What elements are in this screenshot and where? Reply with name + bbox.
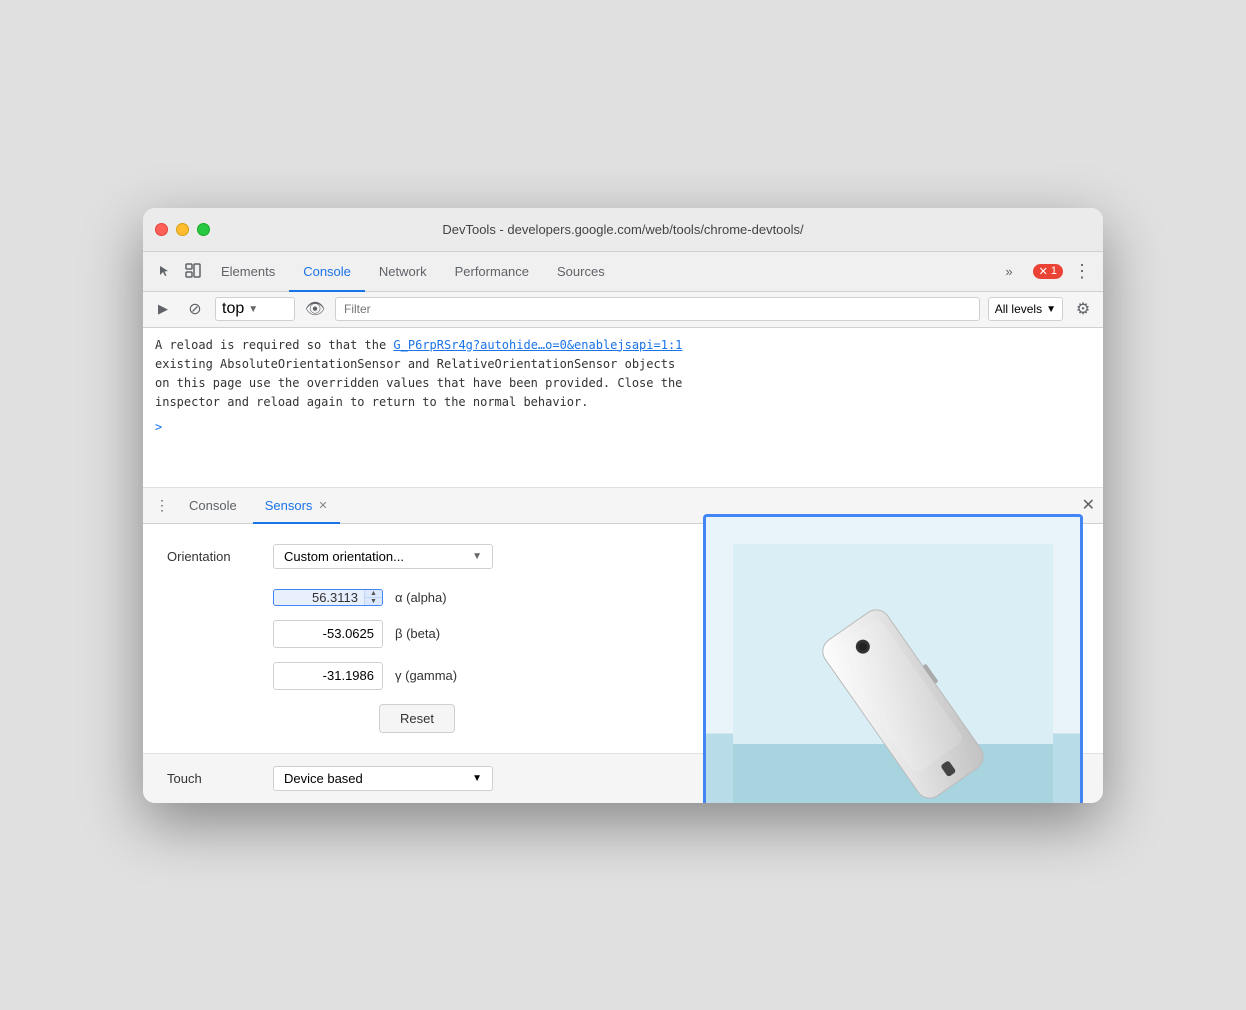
cursor-icon[interactable]	[151, 257, 179, 285]
settings-icon: ⚙	[1076, 299, 1090, 319]
eye-icon: 👁	[305, 299, 325, 319]
alpha-spinner: ▲ ▼	[364, 590, 382, 605]
inspect-icon[interactable]	[179, 257, 207, 285]
alpha-input-group: ▲ ▼	[273, 589, 383, 606]
block-requests-button[interactable]: ⊘	[183, 297, 207, 321]
title-bar: DevTools - developers.google.com/web/too…	[143, 208, 1103, 252]
console-message-3: on this page use the overridden values t…	[155, 374, 1091, 393]
clear-console-button[interactable]: ▶	[151, 297, 175, 321]
reset-button[interactable]: Reset	[379, 704, 455, 733]
block-icon: ⊘	[188, 299, 201, 319]
bottom-more-tabs[interactable]: ⋮	[151, 497, 173, 514]
tab-console[interactable]: Console	[289, 252, 365, 292]
console-message-4: inspector and reload again to return to …	[155, 393, 1091, 412]
error-badge[interactable]: ✕ 1	[1033, 264, 1063, 279]
bottom-panel: ⋮ Console Sensors ✕ ✕ Orientation Custom…	[143, 488, 1103, 803]
context-value: top	[222, 300, 244, 318]
alpha-input[interactable]	[274, 590, 364, 605]
close-bottom-panel[interactable]: ✕	[1082, 495, 1095, 515]
dropdown-arrow-icon: ▼	[248, 304, 258, 315]
settings-button[interactable]: ⚙	[1071, 297, 1095, 321]
tab-performance[interactable]: Performance	[441, 252, 543, 292]
alpha-increment[interactable]: ▲	[365, 590, 382, 598]
maximize-button[interactable]	[197, 223, 210, 236]
touch-label: Touch	[167, 771, 257, 786]
console-link[interactable]: G_P6rpRSr4g?autohide…o=0&enablejsapi=1:1	[393, 338, 682, 352]
play-icon: ▶	[158, 301, 168, 317]
filter-input[interactable]	[335, 297, 980, 321]
levels-arrow-icon: ▼	[1046, 304, 1056, 315]
devtools-tab-bar: Elements Console Network Performance Sou…	[143, 252, 1103, 292]
console-output: A reload is required so that the G_P6rpR…	[143, 328, 1103, 488]
reset-button-container: Reset	[273, 704, 547, 733]
gamma-label: γ (gamma)	[395, 668, 457, 683]
minimize-button[interactable]	[176, 223, 189, 236]
close-sensors-tab[interactable]: ✕	[318, 499, 327, 512]
tab-sources[interactable]: Sources	[543, 252, 619, 292]
touch-arrow-icon: ▼	[472, 773, 482, 784]
touch-dropdown[interactable]: Device based ▼	[273, 766, 493, 791]
devtools-window: DevTools - developers.google.com/web/too…	[143, 208, 1103, 803]
tab-network[interactable]: Network	[365, 252, 441, 292]
console-message-2: existing AbsoluteOrientationSensor and R…	[155, 355, 1091, 374]
beta-row: β (beta)	[273, 620, 547, 648]
alpha-row: ▲ ▼ α (alpha)	[273, 589, 547, 606]
orientation-arrow-icon: ▼	[472, 551, 482, 562]
sensors-form: Orientation Custom orientation... ▼ ▲ ▼	[167, 544, 547, 733]
sensors-panel: Orientation Custom orientation... ▼ ▲ ▼	[143, 524, 1103, 753]
orientation-visualizer	[703, 514, 1083, 803]
tabs-right-controls: » ✕ 1 ⋮	[991, 251, 1095, 291]
context-selector[interactable]: top ▼	[215, 297, 295, 321]
phone-svg	[733, 544, 1053, 803]
console-message-1: A reload is required so that the G_P6rpR…	[155, 336, 1091, 355]
orientation-label: Orientation	[167, 549, 257, 564]
console-toolbar: ▶ ⊘ top ▼ 👁 All levels ▼ ⚙	[143, 292, 1103, 328]
orientation-dropdown[interactable]: Custom orientation... ▼	[273, 544, 493, 569]
gamma-input[interactable]	[273, 662, 383, 690]
beta-label: β (beta)	[395, 626, 440, 641]
eye-button[interactable]: 👁	[303, 297, 327, 321]
traffic-lights	[155, 223, 210, 236]
beta-input[interactable]	[273, 620, 383, 648]
tab-more[interactable]: »	[991, 252, 1026, 292]
close-button[interactable]	[155, 223, 168, 236]
gamma-row: γ (gamma)	[273, 662, 547, 690]
orientation-row: Orientation Custom orientation... ▼	[167, 544, 547, 569]
viz-background	[706, 517, 1080, 803]
tab-elements[interactable]: Elements	[207, 252, 289, 292]
devtools-more-options[interactable]: ⋮	[1069, 261, 1095, 282]
alpha-label: α (alpha)	[395, 590, 447, 605]
tab-console-bottom[interactable]: Console	[177, 488, 249, 524]
levels-selector[interactable]: All levels ▼	[988, 297, 1063, 321]
console-prompt[interactable]: >	[155, 418, 1091, 437]
window-title: DevTools - developers.google.com/web/too…	[442, 222, 803, 237]
error-icon: ✕	[1039, 265, 1048, 278]
tab-sensors[interactable]: Sensors ✕	[253, 488, 340, 524]
alpha-decrement[interactable]: ▼	[365, 598, 382, 605]
